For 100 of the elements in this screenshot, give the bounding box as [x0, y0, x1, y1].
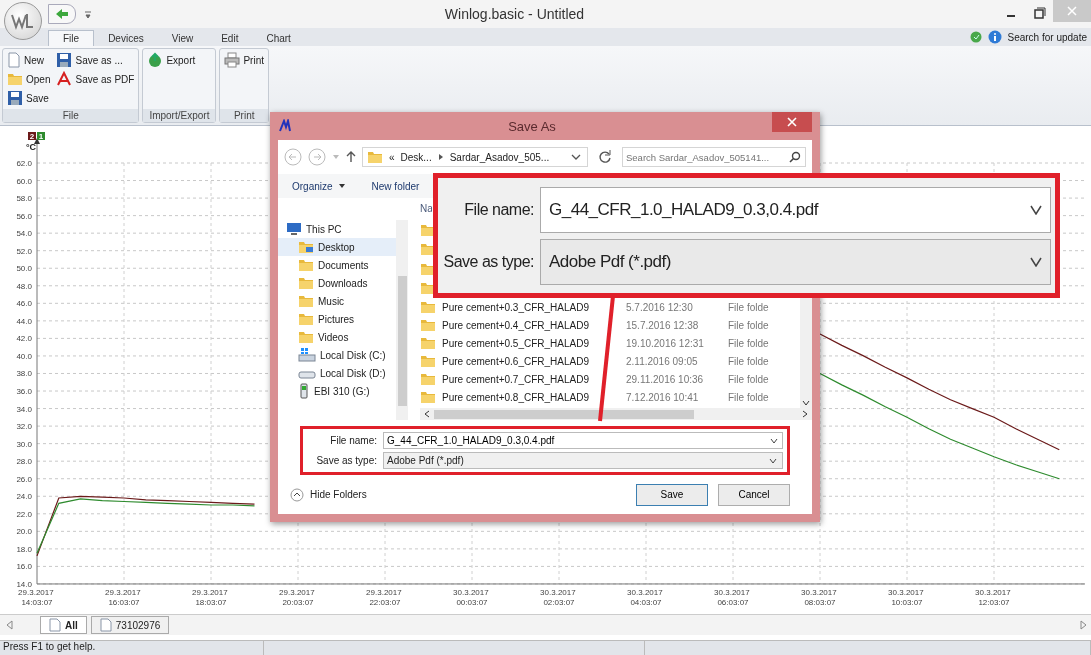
app-logo[interactable] [4, 2, 42, 40]
save-button[interactable]: Save [636, 483, 708, 506]
breadcrumb[interactable]: Sardar_Asadov_505... [449, 151, 550, 163]
breadcrumb-overflow[interactable]: « [389, 151, 395, 163]
back-icon[interactable] [284, 148, 302, 166]
page-icon [99, 618, 112, 632]
file-date: 19.10.2016 12:31 [626, 337, 705, 349]
group-label: File [3, 109, 139, 122]
file-row[interactable]: Pure cement+0.7_CFR_HALAD9 [420, 371, 626, 387]
folder-icon [420, 317, 436, 333]
scroll-down-icon [802, 400, 810, 406]
close-button[interactable] [772, 112, 812, 132]
search-icon [789, 151, 801, 163]
x-tick-label: 29.3.2017 22:03:07 [366, 588, 402, 607]
legend-label: 1 [38, 132, 44, 141]
forward-icon[interactable] [308, 148, 326, 166]
update-link[interactable]: Search for update [1007, 31, 1087, 43]
x-tick-label: 30.3.2017 10:03:07 [888, 588, 924, 607]
ribbon-tab[interactable]: Chart [252, 31, 305, 46]
folder-icon [420, 335, 436, 351]
search-field[interactable]: Search Sardar_Asadov_505141... [622, 147, 806, 167]
caret-icon[interactable] [571, 153, 581, 161]
status-text: Press F1 to get help. [0, 641, 264, 655]
folder-icon [298, 275, 314, 291]
address-bar[interactable]: « Desk... Sardar_Asadov_505... [362, 147, 588, 167]
ribbon-button[interactable]: New [7, 51, 51, 69]
x-tick-label: 30.3.2017 00:03:07 [453, 588, 489, 607]
filetype-dropdown[interactable]: Adobe Pdf (*.pdf) [383, 452, 783, 469]
sheet-tab[interactable]: 73102976 [90, 616, 170, 634]
ribbon-button[interactable]: Save as PDF [56, 70, 135, 88]
filename-field[interactable]: G_44_CFR_1.0_HALAD9_0.3,0.4.pdf [383, 432, 783, 449]
file-row[interactable]: Pure cement+0.6_CFR_HALAD9 [420, 353, 626, 369]
floppy-icon [7, 90, 23, 106]
ribbon-button[interactable]: Print [224, 51, 264, 69]
file-row[interactable]: Pure cement+0.4_CFR_HALAD9 [420, 317, 626, 333]
folder-icon [367, 149, 383, 165]
nav-item[interactable]: Downloads [278, 274, 396, 292]
ribbon-button[interactable]: Open [7, 70, 51, 88]
y-tick-label: 18.0 [16, 544, 32, 554]
filetype-dropdown[interactable]: Adobe Pdf (*.pdf) [540, 238, 1051, 285]
breadcrumb[interactable]: Desk... [400, 151, 432, 163]
ribbon-tab[interactable]: File [48, 30, 95, 46]
scrollbar[interactable] [396, 220, 408, 420]
toolbar-button[interactable]: New folder [371, 180, 420, 192]
file-type: File folde [728, 391, 769, 403]
hide-folders-button[interactable]: Hide Folders [290, 487, 367, 502]
folder-icon [7, 71, 23, 87]
scroll-left-icon[interactable] [6, 620, 14, 630]
column-header[interactable]: Na [420, 198, 432, 220]
scroll-right-icon[interactable] [1079, 620, 1087, 630]
x-tick-label: 29.3.2017 16:03:07 [105, 588, 141, 607]
nav-item[interactable]: Pictures [278, 310, 396, 328]
ribbon-button[interactable]: Save [7, 89, 51, 107]
organize-menu[interactable]: Organize [292, 180, 346, 192]
x-tick-label: 30.3.2017 02:03:07 [540, 588, 576, 607]
nav-item[interactable]: Local Disk (D:) [278, 364, 396, 382]
field-label: File name: [463, 200, 534, 219]
close-icon [787, 117, 797, 127]
back-button[interactable] [48, 4, 76, 24]
x-tick-label: 30.3.2017 06:03:07 [714, 588, 750, 607]
up-arrow-icon[interactable] [346, 151, 356, 163]
file-date: 5.7.2016 12:30 [626, 301, 694, 313]
unit-label: °C [25, 142, 36, 152]
nav-item[interactable]: Videos [278, 328, 396, 346]
nav-item[interactable]: This PC [278, 220, 396, 238]
nav-item[interactable]: Local Disk (C:) [278, 346, 396, 364]
folder-icon [298, 239, 314, 255]
ribbon-tab[interactable]: Edit [207, 31, 253, 46]
sheet-tab[interactable]: All [40, 616, 87, 634]
scrollbar[interactable] [420, 408, 812, 420]
y-tick-label: 58.0 [16, 194, 32, 204]
file-row[interactable]: Pure cement+0.3_CFR_HALAD9 [420, 299, 626, 315]
folder-icon [420, 389, 436, 405]
y-tick-label: 48.0 [16, 281, 32, 291]
file-row[interactable]: Pure cement+0.8_CFR_HALAD9 [420, 389, 626, 405]
nav-item[interactable]: EBI 310 (G:) [278, 382, 396, 400]
nav-item[interactable]: Documents [278, 256, 396, 274]
ribbon-tab[interactable]: Devices [94, 31, 158, 46]
file-type: File folde [728, 337, 769, 349]
ribbon-button[interactable]: Export [147, 51, 212, 69]
nav-item[interactable]: Desktop [278, 238, 396, 256]
filename-field[interactable]: G_44_CFR_1.0_HALAD9_0.3,0.4.pdf [540, 186, 1051, 233]
y-tick-label: 32.0 [16, 422, 32, 432]
dropdown-icon[interactable] [84, 9, 92, 19]
ribbon-button[interactable]: Save as ... [56, 51, 135, 69]
file-date: 2.11.2016 09:05 [626, 355, 699, 367]
nav-item[interactable]: Music [278, 292, 396, 310]
close-icon [1067, 6, 1077, 16]
app-icon [278, 119, 292, 133]
field-label: Save as type: [442, 252, 534, 271]
y-tick-label: 54.0 [16, 229, 32, 239]
y-tick-label: 24.0 [16, 492, 32, 502]
caret-icon [769, 457, 777, 464]
logo-icon [10, 11, 36, 31]
file-row[interactable]: Pure cement+0.5_CFR_HALAD9 [420, 335, 626, 351]
ribbon-tab[interactable]: View [157, 31, 208, 46]
printer-icon [224, 52, 241, 68]
y-tick-label: 60.0 [16, 176, 32, 186]
y-tick-label: 42.0 [16, 334, 32, 344]
cancel-button[interactable]: Cancel [718, 483, 790, 506]
